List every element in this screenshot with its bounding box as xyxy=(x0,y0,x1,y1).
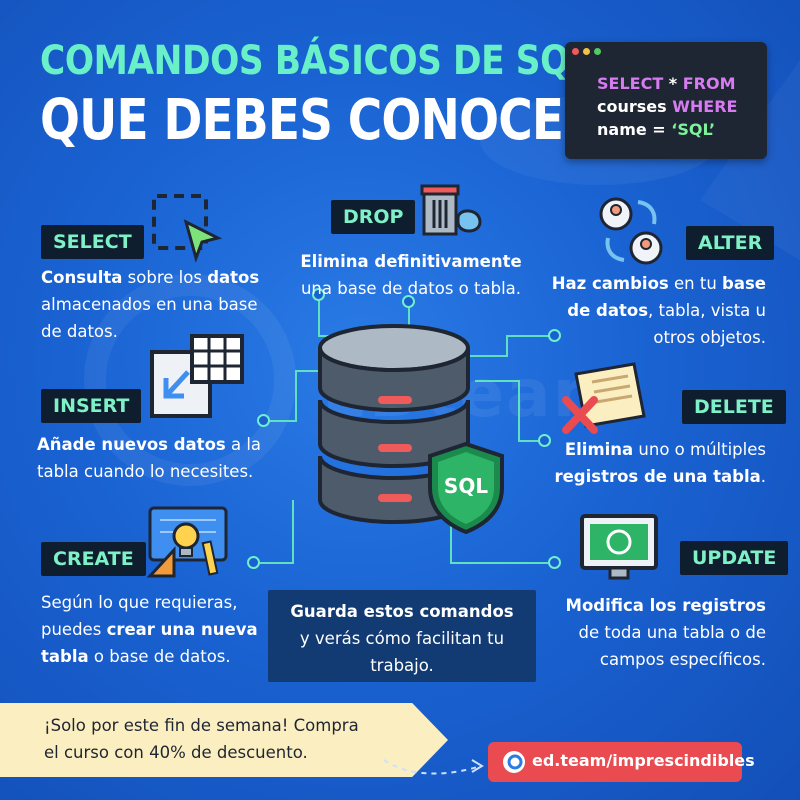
course-link-text[interactable]: ed.team/imprescindibles xyxy=(532,751,755,770)
code-symbol: * xyxy=(663,74,683,93)
connector-line xyxy=(450,562,550,564)
code-word: name = xyxy=(597,120,672,139)
select-desc-text: de datos. xyxy=(41,322,118,341)
connector-line xyxy=(266,420,296,422)
insert-desc-bold: Añade nuevos datos xyxy=(37,435,226,454)
tip-bold: Guarda estos comandos xyxy=(290,602,514,621)
select-desc-text: sobre los xyxy=(122,268,208,287)
alter-desc-text: en tu xyxy=(668,274,723,293)
drop-desc-bold: Elimina definitivamente xyxy=(300,252,522,271)
connector-line xyxy=(475,380,520,382)
dashed-arrow-icon xyxy=(383,759,484,775)
alter-description: Haz cambios en tu base de datos, tabla, … xyxy=(536,270,766,351)
title-line-2: QUE DEBES CONOCER xyxy=(40,88,599,153)
select-desc-text: almacenados en una base xyxy=(41,295,258,314)
drop-description: Elimina definitivamente una base de dato… xyxy=(270,248,552,302)
delete-desc-text: . xyxy=(760,467,766,486)
tip-line: y verás cómo facilitan tu xyxy=(299,629,505,648)
cursor-select-icon xyxy=(152,194,222,263)
select-desc-bold: Consulta xyxy=(41,268,123,287)
update-description: Modifica los registros de toda una tabla… xyxy=(526,592,766,673)
code-keyword: SELECT xyxy=(597,74,664,93)
create-desc-bold: tabla xyxy=(41,647,89,666)
code-keyword: FROM xyxy=(682,74,736,93)
label-insert: INSERT xyxy=(41,389,142,423)
title-line-1: COMANDOS BÁSICOS DE SQL xyxy=(40,38,591,84)
insert-desc-text: tabla cuando lo necesites. xyxy=(37,462,254,481)
connector-line xyxy=(506,335,508,357)
create-description: Según lo que requieras, puedes crear una… xyxy=(41,589,271,670)
insert-desc-text: a la xyxy=(225,435,262,454)
create-desc-text: o base de datos. xyxy=(88,647,231,666)
code-line-2: courses WHERE xyxy=(597,97,737,116)
insert-description: Añade nuevos datos a la tabla cuando lo … xyxy=(37,431,277,485)
drop-desc-text: una base de datos o tabla. xyxy=(300,279,522,298)
promo-line: el curso con 40% de descuento. xyxy=(44,743,308,762)
tip-line: trabajo. xyxy=(370,656,434,675)
update-desc-bold: Modifica los registros xyxy=(565,596,766,615)
trash-bin-icon xyxy=(420,184,482,236)
infographic-canvas: EDteam COMANDOS BÁSICOS DE SQL QUE DEBES… xyxy=(0,0,800,800)
window-close-dot xyxy=(572,48,579,55)
promo-line: ¡Solo por este fin de semana! Compra xyxy=(44,716,359,735)
blueprint-idea-icon xyxy=(146,506,228,578)
delete-desc-text: uno o múltiples xyxy=(633,440,766,459)
update-desc-text: campos específicos. xyxy=(599,650,766,669)
code-snippet-window: SELECT * FROM courses WHERE name = ‘SQL’ xyxy=(565,42,767,159)
update-desc-text: de toda una tabla o de xyxy=(578,623,767,642)
edteam-logo-icon xyxy=(503,751,525,773)
code-keyword: WHERE xyxy=(672,97,738,116)
create-desc-text: Según lo que requieras, xyxy=(41,593,238,612)
label-drop: DROP xyxy=(331,200,416,234)
code-line-1: SELECT * FROM xyxy=(597,74,736,93)
alter-desc-text: , tabla, vista u xyxy=(648,301,766,320)
insert-table-icon xyxy=(150,334,244,418)
monitor-refresh-icon xyxy=(580,514,658,580)
alter-desc-bold: de datos xyxy=(567,301,649,320)
tip-text: Guarda estos comandos y verás cómo facil… xyxy=(268,598,536,679)
label-alter: ALTER xyxy=(686,226,775,260)
connector-line xyxy=(292,500,294,564)
connector-line xyxy=(256,562,294,564)
connector-line xyxy=(518,380,520,442)
delete-desc-bold: Elimina xyxy=(564,440,634,459)
connector-line xyxy=(295,370,297,422)
code-line-3: name = ‘SQL’ xyxy=(597,120,715,139)
code-string: ‘SQL’ xyxy=(671,120,716,139)
code-word: courses xyxy=(597,97,673,116)
label-delete: DELETE xyxy=(682,390,786,424)
select-desc-bold: datos xyxy=(207,268,260,287)
create-desc-bold: crear una nueva xyxy=(106,620,258,639)
connector-node xyxy=(257,414,270,427)
alter-desc-text: otros objetos. xyxy=(653,328,766,347)
label-update: UPDATE xyxy=(680,541,789,575)
label-select: SELECT xyxy=(41,225,144,259)
connector-node xyxy=(548,556,561,569)
alter-desc-bold: Haz cambios xyxy=(551,274,669,293)
course-link-button[interactable]: ed.team/imprescindibles xyxy=(488,742,755,782)
create-desc-text: puedes xyxy=(41,620,107,639)
delete-description: Elimina uno o múltiples registros de una… xyxy=(536,436,766,490)
connector-node xyxy=(247,556,260,569)
promo-text: ¡Solo por este fin de semana! Compra el … xyxy=(44,712,424,766)
delete-desc-bold: registros de una tabla xyxy=(554,467,761,486)
window-maximize-dot xyxy=(594,48,601,55)
swap-users-icon xyxy=(599,197,663,265)
alter-desc-bold: base xyxy=(722,274,766,293)
shield-label: SQL xyxy=(443,474,489,498)
window-minimize-dot xyxy=(583,48,590,55)
label-create: CREATE xyxy=(41,542,146,576)
delete-document-icon xyxy=(562,362,646,434)
